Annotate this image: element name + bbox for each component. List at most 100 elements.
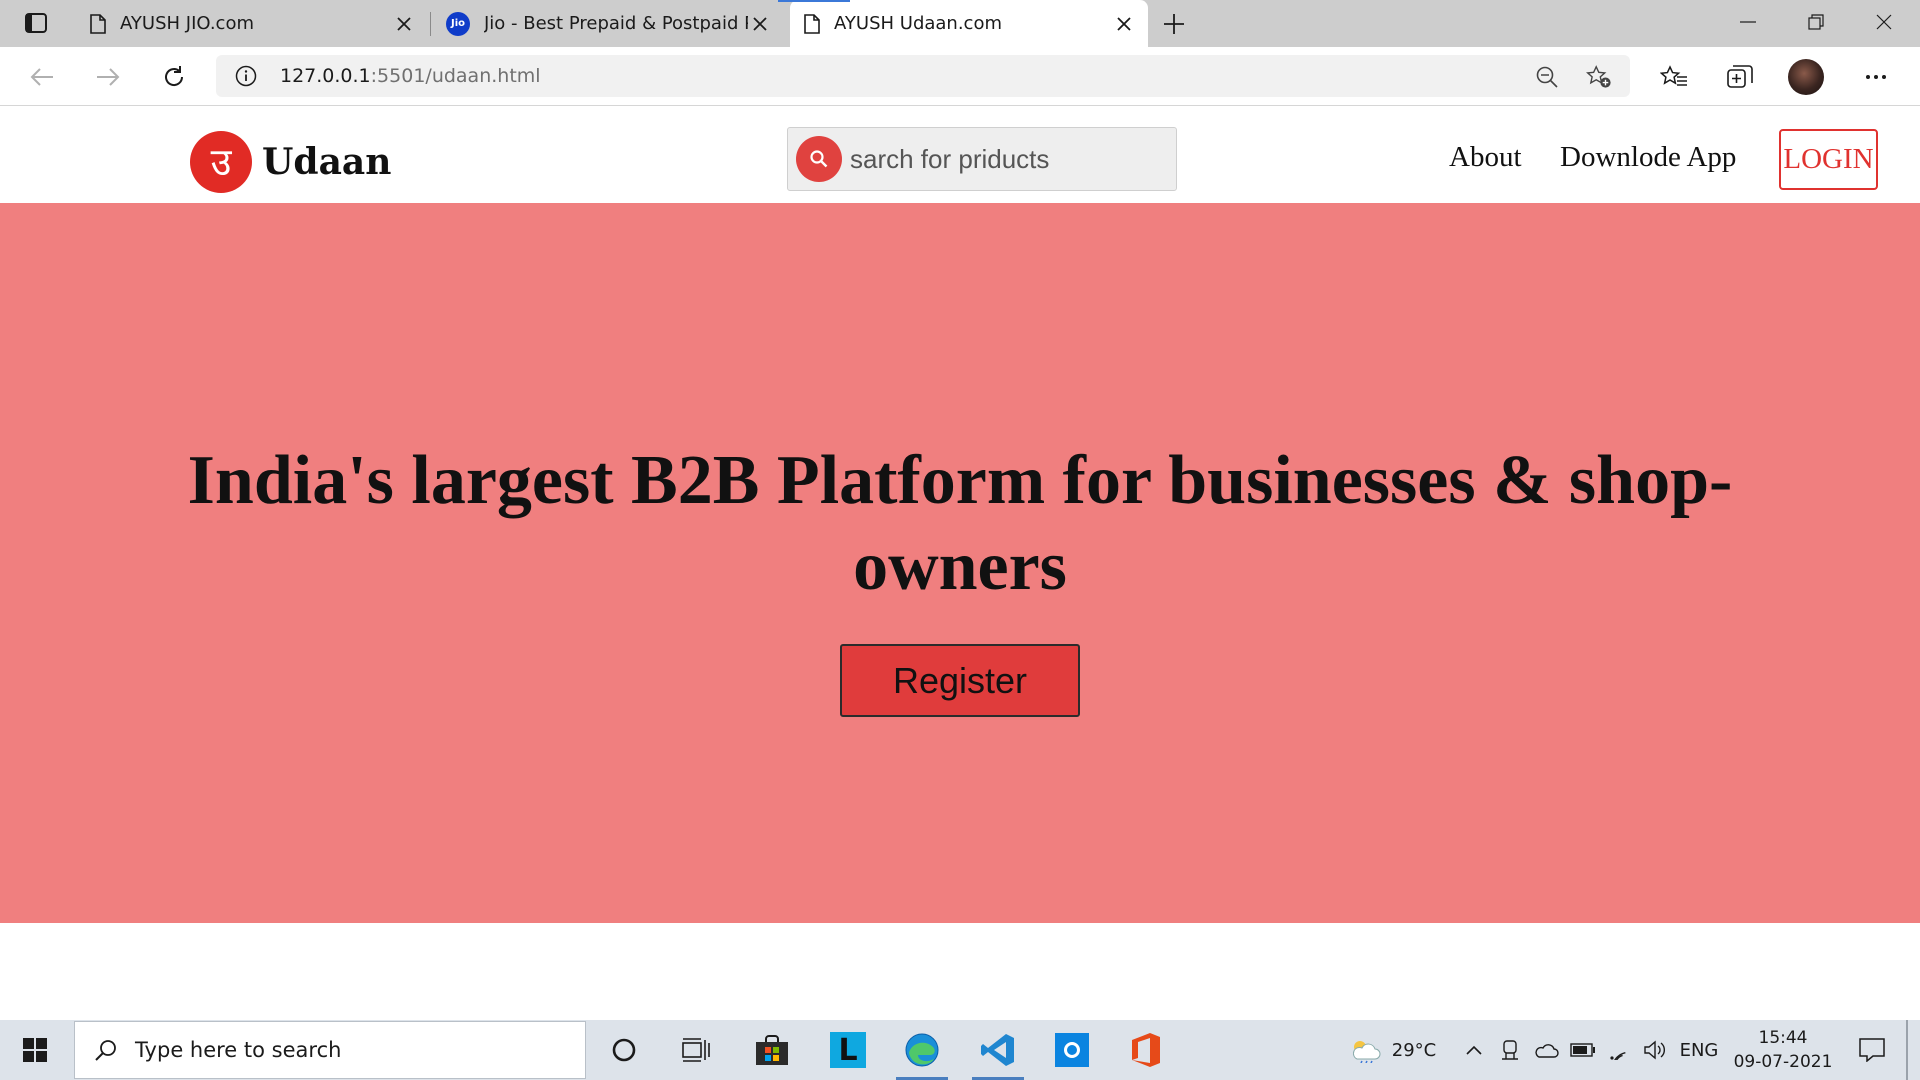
notification-icon [1859, 1038, 1885, 1062]
collections-icon [1727, 65, 1753, 88]
meet-now-button[interactable] [1496, 1020, 1524, 1080]
site-header: उ Udaan About Downlode App LOGIN [0, 107, 1920, 203]
l-app-icon: L [830, 1032, 866, 1068]
tab-actions-button[interactable] [14, 8, 58, 38]
tab-actions-icon [25, 13, 47, 33]
speaker-icon [1644, 1040, 1665, 1060]
edge-taskbar-button[interactable] [890, 1020, 954, 1080]
close-icon[interactable] [1112, 12, 1136, 36]
windows-taskbar: Type here to search L 29°C ENG 15:44 09-… [0, 1020, 1920, 1080]
input-language-indicator[interactable]: ENG [1676, 1020, 1722, 1080]
chevron-up-icon [1466, 1045, 1482, 1055]
taskbar-search-placeholder: Type here to search [135, 1038, 342, 1062]
favorites-button[interactable] [1654, 58, 1694, 96]
wifi-indicator[interactable] [1604, 1020, 1634, 1080]
tab-ayush-udaan[interactable]: AYUSH Udaan.com [790, 0, 1148, 47]
search-input[interactable] [850, 143, 1150, 175]
page-icon [804, 13, 820, 34]
show-desktop-button[interactable] [1906, 1020, 1908, 1080]
weather-widget[interactable]: 29°C [1342, 1020, 1442, 1080]
back-arrow-icon [30, 68, 53, 86]
browser-toolbar: 127.0.0.1:5501/udaan.html [0, 47, 1920, 106]
address-bar[interactable]: 127.0.0.1:5501/udaan.html [216, 55, 1630, 97]
udaan-logo-icon: उ [190, 131, 252, 193]
blue-square-app-icon [1055, 1033, 1089, 1067]
battery-indicator[interactable] [1568, 1020, 1598, 1080]
window-close-button[interactable] [1850, 0, 1918, 44]
active-tab-indicator [778, 0, 850, 2]
clock-time: 15:44 [1758, 1028, 1808, 1048]
collections-button[interactable] [1720, 58, 1760, 96]
browser-tab-strip: AYUSH JIO.com Jio Jio - Best Prepaid & P… [0, 0, 1920, 47]
task-view-button[interactable] [664, 1020, 728, 1080]
vscode-taskbar-button[interactable] [966, 1020, 1030, 1080]
microsoft-store-button[interactable] [740, 1020, 804, 1080]
jio-favicon-icon: Jio [446, 11, 470, 36]
nav-about-link[interactable]: About [1449, 141, 1522, 174]
close-icon[interactable] [748, 12, 772, 36]
battery-icon [1570, 1043, 1595, 1057]
back-button[interactable] [22, 58, 62, 96]
close-icon[interactable] [392, 12, 416, 36]
site-info-icon[interactable] [234, 64, 258, 88]
refresh-icon [165, 66, 184, 86]
taskbar-search[interactable]: Type here to search [74, 1021, 586, 1079]
avatar [1788, 59, 1824, 95]
store-icon [756, 1035, 788, 1065]
search-icon [91, 1035, 121, 1065]
login-button[interactable]: LOGIN [1779, 129, 1878, 190]
site-logo[interactable]: उ Udaan [190, 131, 391, 193]
url-text: 127.0.0.1:5501/udaan.html [280, 65, 541, 87]
hero-section: India's largest B2B Platform for busines… [0, 203, 1920, 923]
edge-icon [905, 1033, 939, 1067]
restore-icon [1808, 14, 1824, 30]
plus-icon [1164, 14, 1184, 34]
cortana-icon [612, 1038, 636, 1062]
tab-title: AYUSH Udaan.com [834, 13, 1003, 34]
zoom-out-icon[interactable] [1534, 64, 1560, 90]
tab-title: Jio - Best Prepaid & Postpaid Pla [484, 13, 748, 34]
cortana-button[interactable] [592, 1020, 656, 1080]
close-icon [1876, 14, 1892, 30]
start-button[interactable] [0, 1020, 70, 1080]
nav-download-app-link[interactable]: Downlode App [1560, 141, 1736, 174]
settings-menu-button[interactable] [1856, 58, 1896, 96]
new-tab-button[interactable] [1158, 9, 1190, 39]
weather-cloud-icon [1352, 1041, 1381, 1063]
tab-divider [430, 12, 431, 36]
taskbar-clock[interactable]: 15:44 09-07-2021 [1728, 1026, 1838, 1074]
register-button[interactable]: Register [840, 644, 1080, 717]
vscode-icon [981, 1034, 1014, 1066]
cortana-app-button[interactable] [1040, 1020, 1104, 1080]
onedrive-button[interactable] [1530, 1020, 1562, 1080]
logo-text: Udaan [262, 141, 392, 183]
tab-jio[interactable]: Jio Jio - Best Prepaid & Postpaid Pla [432, 0, 784, 47]
launcher-app-button[interactable]: L [816, 1020, 880, 1080]
clock-date: 09-07-2021 [1733, 1052, 1833, 1072]
refresh-button[interactable] [154, 58, 194, 96]
restore-button[interactable] [1782, 0, 1850, 44]
page-icon [90, 13, 106, 34]
notifications-button[interactable] [1852, 1020, 1892, 1080]
tab-ayush-jio[interactable]: AYUSH JIO.com [76, 0, 428, 47]
more-icon [1866, 75, 1886, 79]
weather-temperature: 29°C [1391, 1039, 1437, 1061]
onedrive-cloud-icon [1535, 1044, 1559, 1058]
minimize-icon [1740, 21, 1756, 23]
minimize-button[interactable] [1714, 0, 1782, 44]
office-icon [1132, 1033, 1160, 1067]
profile-button[interactable] [1786, 58, 1826, 96]
add-favorite-icon[interactable] [1586, 64, 1612, 90]
forward-button[interactable] [88, 58, 128, 96]
page-blank-area [0, 923, 1920, 1020]
office-button[interactable] [1114, 1020, 1178, 1080]
windows-logo-icon [23, 1038, 47, 1062]
forward-arrow-icon [97, 68, 120, 86]
product-search [787, 127, 1177, 191]
search-button[interactable] [796, 136, 842, 182]
show-hidden-icons-button[interactable] [1460, 1020, 1488, 1080]
logo-glyph: उ [210, 140, 232, 184]
volume-indicator[interactable] [1640, 1020, 1670, 1080]
task-view-icon [682, 1038, 710, 1062]
wifi-icon [1610, 1051, 1626, 1060]
